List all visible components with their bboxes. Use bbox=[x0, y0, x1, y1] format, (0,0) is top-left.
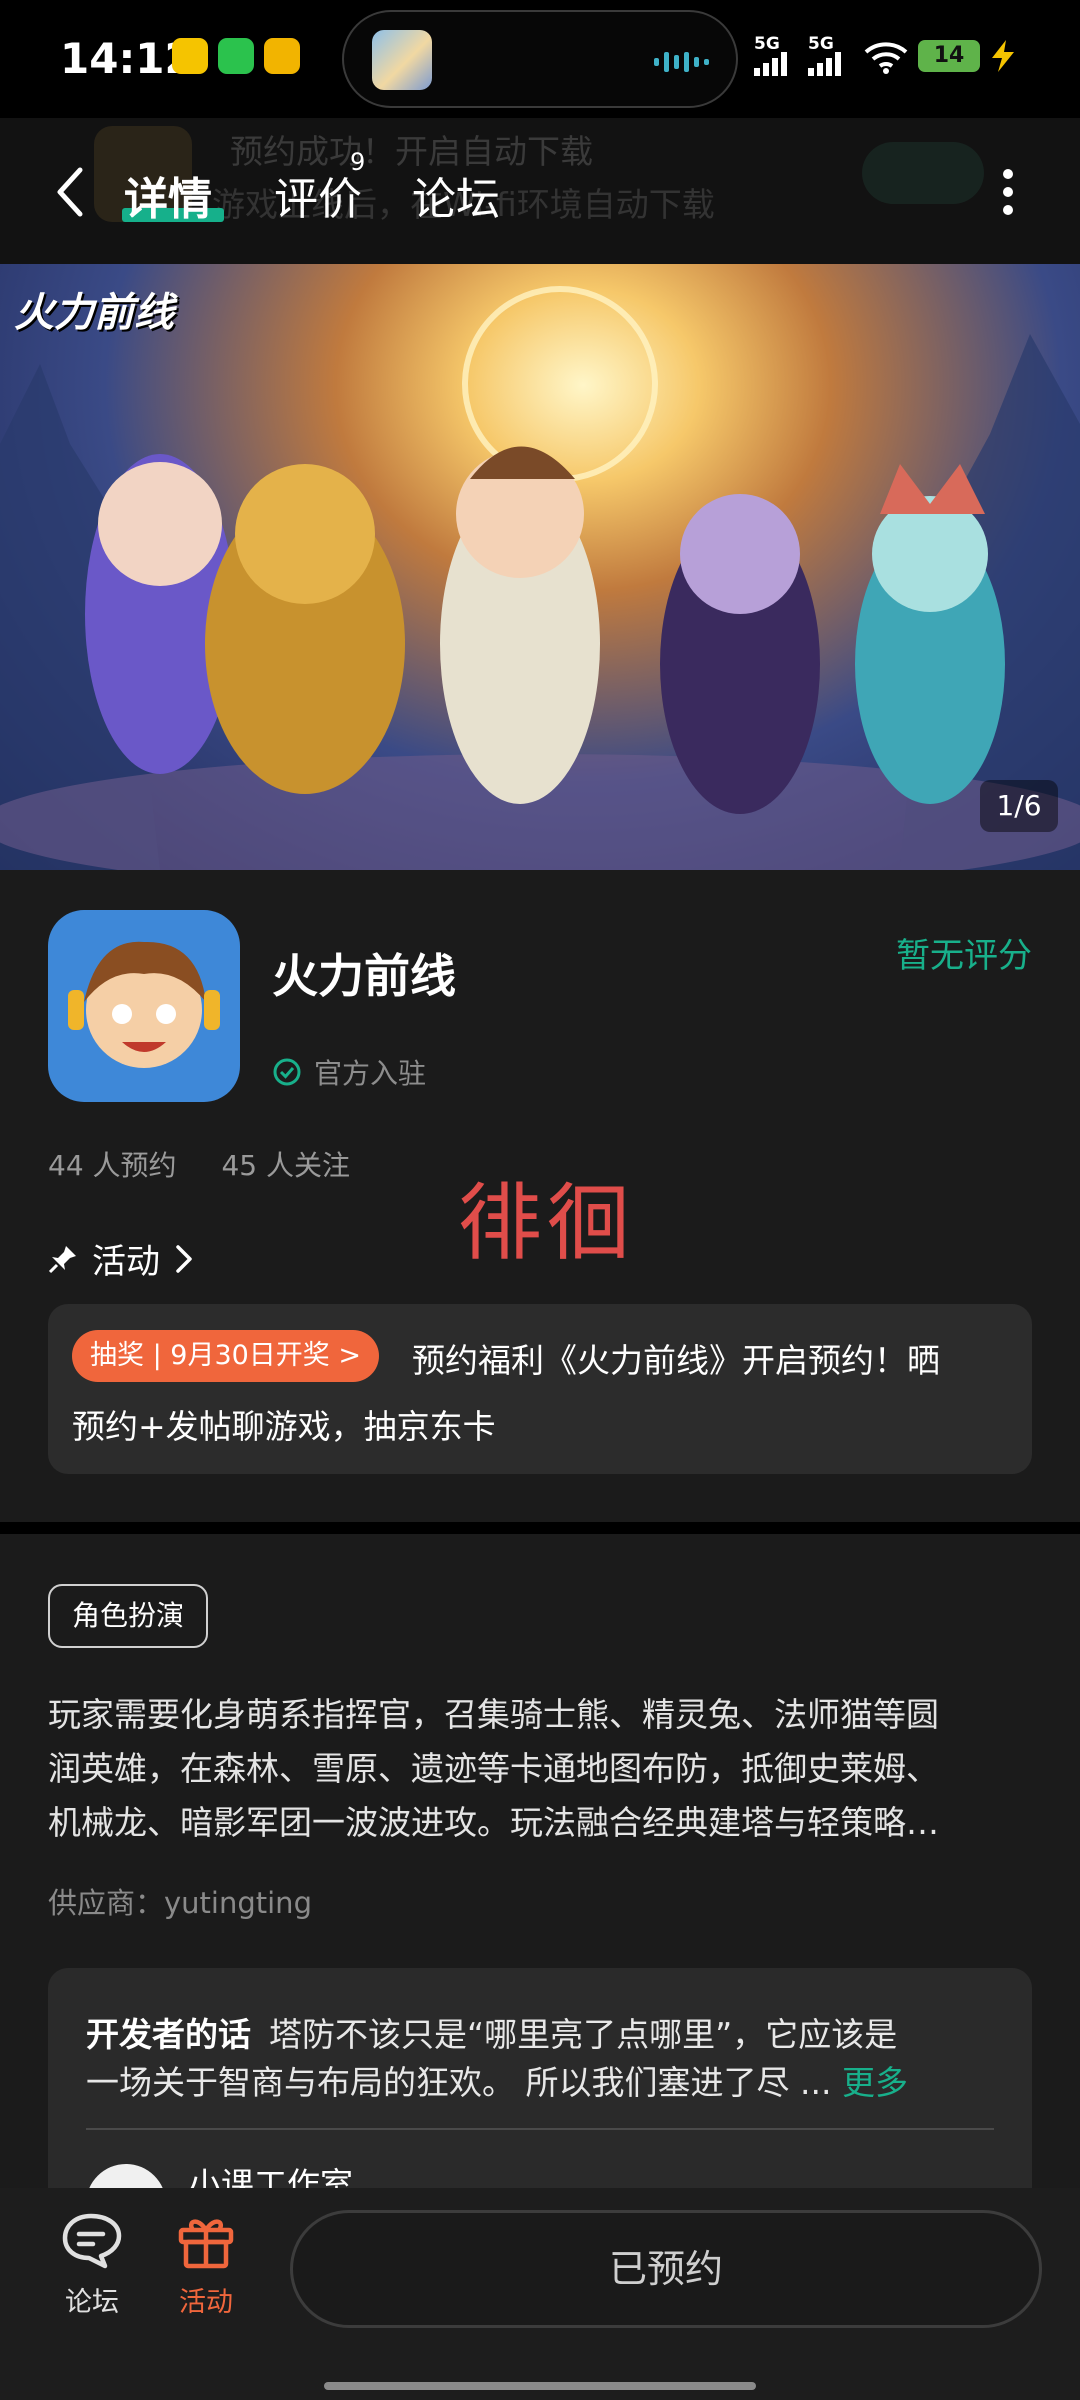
banner-game-logo: 火力前线 bbox=[14, 290, 174, 336]
developer-note-card[interactable]: 开发者的话 塔防不该只是“哪里亮了点哪里”，它应该是 一场关于智商与布局的狂欢。 … bbox=[48, 1968, 1032, 2188]
tab-forum[interactable]: 论坛 bbox=[412, 163, 500, 227]
description-line: 润英雄，在森林、雪原、遗迹等卡通地图布防，抵御史莱姆、 bbox=[48, 1749, 939, 1788]
charging-bolt-icon bbox=[992, 40, 1014, 72]
description-line: 机械龙、暗影军团一波波进攻。玩法融合经典建塔与轻策略… bbox=[48, 1803, 939, 1842]
wifi-icon bbox=[864, 42, 908, 74]
more-options-icon[interactable] bbox=[1000, 168, 1016, 216]
bottom-nav-activity-label: 活动 bbox=[179, 2287, 233, 2318]
game-stats: 44 人预约 45 人关注 bbox=[48, 1144, 386, 1184]
developer-note-text2: 一场关于智商与布局的狂欢。 所以我们塞进了尽 ... bbox=[86, 2063, 842, 2102]
banner-artwork bbox=[0, 286, 1080, 870]
status-bar: 14:12 5G 5G 14 bbox=[0, 0, 1080, 118]
game-description[interactable]: 玩家需要化身萌系指挥官，召集骑士熊、精灵兔、法师猫等圆 润英雄，在森林、雪原、遗… bbox=[48, 1688, 1038, 1850]
forum-chat-icon bbox=[62, 2213, 122, 2269]
official-verified-badge: 官方入驻 bbox=[272, 1054, 426, 1090]
developer-note-text1: 塔防不该只是“哪里亮了点哪里”，它应该是 bbox=[269, 2015, 898, 2054]
auto-download-toggle[interactable] bbox=[862, 142, 984, 204]
more-link[interactable]: 更多 bbox=[842, 2063, 908, 2102]
carousel-page-indicator: 1/6 bbox=[980, 780, 1058, 832]
developer-card-divider bbox=[86, 2128, 994, 2130]
back-arrow-icon[interactable] bbox=[50, 164, 90, 220]
signal-5g-label-1: 5G bbox=[754, 34, 780, 54]
activity-text-line2: 预约+发帖聊游戏，抽京东卡 bbox=[72, 1407, 496, 1446]
game-app-icon bbox=[48, 910, 240, 1102]
gift-icon bbox=[178, 2219, 234, 2269]
home-indicator[interactable] bbox=[324, 2382, 756, 2390]
bottom-nav-activity[interactable]: 活动 bbox=[166, 2212, 246, 2319]
weibo-icon bbox=[264, 38, 300, 74]
game-banner-carousel[interactable]: 火力前线 1/6 bbox=[0, 264, 1080, 870]
verified-check-icon bbox=[273, 1058, 301, 1086]
reservation-count: 44 人预约 bbox=[48, 1149, 177, 1182]
bottom-nav-forum[interactable]: 论坛 bbox=[52, 2212, 132, 2319]
activity-section-header[interactable]: 活动 bbox=[48, 1234, 196, 1283]
reserved-button[interactable]: 已预约 bbox=[290, 2210, 1042, 2328]
activity-text-line1: 预约福利《火力前线》开启预约！晒 bbox=[412, 1341, 940, 1380]
bottom-nav-forum-label: 论坛 bbox=[65, 2287, 119, 2318]
description-line: 玩家需要化身萌系指挥官，召集骑士熊、精灵兔、法师猫等圆 bbox=[48, 1695, 939, 1734]
activity-card[interactable]: 抽奖 | 9月30日开奖 > 预约福利《火力前线》开启预约！晒 预约+发帖聊游戏… bbox=[48, 1304, 1032, 1474]
game-title: 火力前线 bbox=[272, 949, 456, 1003]
activity-header-label: 活动 bbox=[92, 1242, 160, 1282]
follower-count: 45 人关注 bbox=[221, 1149, 350, 1182]
lottery-tag: 抽奖 | 9月30日开奖 > bbox=[72, 1330, 380, 1382]
tab-details[interactable]: 详情 bbox=[124, 163, 212, 227]
battery-indicator: 14 bbox=[918, 40, 980, 72]
signal-bars-icon-2 bbox=[808, 52, 841, 76]
developer-note-label: 开发者的话 bbox=[86, 2015, 251, 2054]
developer-note-line1: 开发者的话 塔防不该只是“哪里亮了点哪里”，它应该是 bbox=[86, 2008, 897, 2056]
game-rating: 暂无评分 bbox=[896, 936, 1032, 976]
island-app-thumbnail-icon bbox=[372, 30, 432, 90]
pin-icon bbox=[48, 1245, 76, 1273]
dynamic-island[interactable] bbox=[342, 10, 738, 108]
wechat-icon bbox=[218, 38, 254, 74]
genre-tag[interactable]: 角色扮演 bbox=[48, 1584, 209, 1648]
app-notification-icon-1 bbox=[172, 38, 208, 74]
developer-note-line2: 一场关于智商与布局的狂欢。 所以我们塞进了尽 ... 更多 bbox=[86, 2056, 908, 2104]
watermark-text: 徘徊 bbox=[458, 1174, 635, 1272]
signal-bars-icon-1 bbox=[754, 52, 787, 76]
signal-5g-label-2: 5G bbox=[808, 34, 834, 54]
section-divider bbox=[0, 1522, 1080, 1534]
supplier-info: 供应商：yutingting bbox=[48, 1886, 312, 1920]
tab-reviews[interactable]: 评价 bbox=[274, 163, 362, 227]
studio-avatar bbox=[86, 2164, 166, 2188]
verified-label: 官方入驻 bbox=[314, 1057, 427, 1090]
audio-wave-icon bbox=[654, 52, 709, 72]
reviews-count-badge: 9 bbox=[350, 148, 366, 176]
chevron-right-icon bbox=[176, 1244, 192, 1273]
studio-name: 小课工作室 bbox=[188, 2165, 353, 2188]
